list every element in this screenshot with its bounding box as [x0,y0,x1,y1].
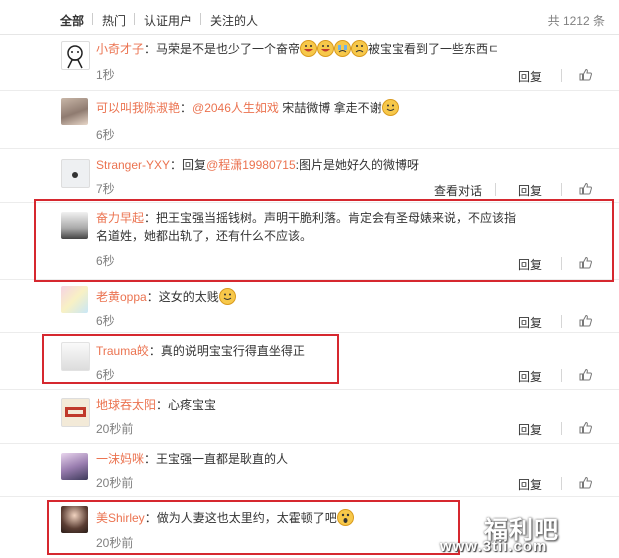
like-icon[interactable] [579,421,592,434]
avatar[interactable] [61,98,88,125]
reply-button[interactable]: 回复 [518,314,542,331]
mention-link[interactable]: @程潇19980715 [206,158,296,172]
comment-time: 20秒前 [96,476,134,490]
comment-time: 1秒 [96,68,115,82]
avatar[interactable] [61,159,90,188]
tab-divider [200,13,201,25]
like-icon[interactable] [579,314,592,327]
action-divider [561,369,562,382]
action-divider [561,422,562,435]
comment-text: 老黄oppa：这女的太贱 [96,288,524,306]
username[interactable]: 老黄oppa [96,290,147,304]
action-divider [561,477,562,490]
tab-divider [92,13,93,25]
watermark-url: www.3tii.com [440,538,548,555]
highlight-box [47,500,460,555]
comment-time: 20秒前 [96,422,134,436]
username[interactable]: 一沫妈咪 [96,452,144,466]
reply-button[interactable]: 回复 [518,368,542,385]
crying-emoji-icon [334,40,352,57]
comment-text: 一沫妈咪：王宝强一直都是耿直的人 [96,452,289,466]
tab-hot[interactable]: 热门 [102,12,126,29]
tab-divider [134,13,135,25]
highlight-box [34,199,614,282]
like-icon[interactable] [579,368,592,381]
comment-row: Stranger-YXY：回复@程潇19980715:图片是她好久的微博呀 7秒… [0,149,619,203]
username[interactable]: Stranger-YXY [96,158,170,172]
tab-all[interactable]: 全部 [60,12,84,29]
filter-tabs: 全部 热门 认证用户 关注的人 共 1212 条 [0,0,619,35]
action-divider [561,183,562,196]
comment-text: 地球吞太阳：心疼宝宝 [96,398,217,412]
smile-emoji-icon [381,99,399,116]
avatar[interactable] [61,398,90,427]
avatar[interactable] [61,453,88,480]
comment-row: 小奇才子：马荣是不是也少了一个奋帝 被宝宝看到了一些东西ㄷ 1秒 回复 [0,35,619,91]
view-conversation-link[interactable]: 查看对话 [434,182,482,199]
sad-emoji-icon [351,40,369,57]
comment-row: 地球吞太阳：心疼宝宝 20秒前 回复 [0,390,619,444]
comment-row: 可以叫我陈淑艳：@2046人生如戏 宋喆微博 拿走不谢 6秒 [0,91,619,149]
username[interactable]: 地球吞太阳 [96,398,156,412]
action-divider [561,69,562,82]
reply-button[interactable]: 回复 [518,421,542,438]
mention-link[interactable]: @2046人生如戏 [192,101,279,115]
comment-text: 可以叫我陈淑艳：@2046人生如戏 宋喆微博 拿走不谢 [96,99,524,117]
action-divider [561,315,562,328]
comment-text: Stranger-YXY：回复@程潇19980715:图片是她好久的微博呀 [96,158,419,172]
like-icon[interactable] [579,68,592,81]
comment-count: 共 1212 条 [547,14,605,28]
comment-row: 老黄oppa：这女的太贱 6秒 回复 [0,280,619,333]
like-icon[interactable] [579,182,592,195]
comment-time: 7秒 [96,182,115,196]
comment-text: 小奇才子：马荣是不是也少了一个奋帝 被宝宝看到了一些东西ㄷ [96,40,500,57]
smile-emoji-icon [218,288,236,305]
grin-emoji-icon [317,40,335,57]
reply-button[interactable]: 回复 [518,182,542,199]
reply-button[interactable]: 回复 [518,476,542,493]
comment-time: 6秒 [96,128,115,142]
tab-verified[interactable]: 认证用户 [144,12,192,29]
grin-emoji-icon [300,40,318,57]
like-icon[interactable] [579,476,592,489]
avatar[interactable] [61,286,88,313]
highlight-box [42,334,339,384]
action-divider [495,183,496,196]
username[interactable]: 可以叫我陈淑艳 [96,101,180,115]
comment-row: 一沫妈咪：王宝强一直都是耿直的人 20秒前 回复 [0,444,619,497]
tab-following[interactable]: 关注的人 [210,12,258,29]
avatar[interactable] [61,41,90,70]
username[interactable]: 小奇才子 [96,42,144,56]
comment-time: 6秒 [96,314,115,328]
reply-button[interactable]: 回复 [518,68,542,85]
